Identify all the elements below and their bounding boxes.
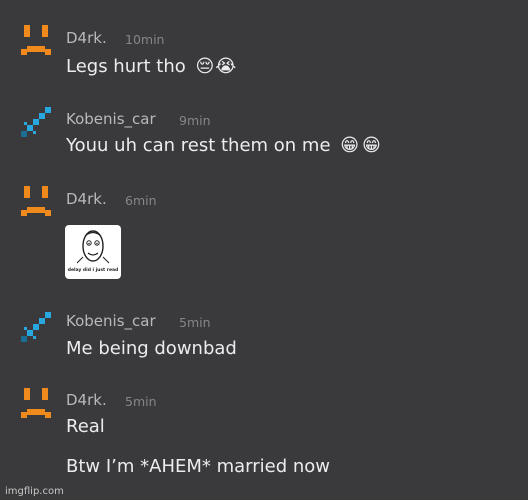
sticker-caption: delay did i just read [67, 268, 119, 273]
meme-sticker[interactable]: delay did i just read [65, 225, 121, 279]
message-text: Me being downbad [66, 338, 237, 359]
message-text: Youu uh can rest them on me 😁 😁 [66, 135, 381, 156]
diamond-sword-icon[interactable] [18, 309, 54, 345]
timestamp: 5min [179, 315, 211, 330]
username[interactable]: D4rk. [66, 391, 107, 409]
watermark: imgflip.com [5, 486, 64, 497]
timestamp: 5min [125, 394, 157, 409]
meme-face-image [76, 230, 110, 264]
diamond-sword-icon[interactable] [18, 104, 54, 140]
grinning-emoji: 😁 [340, 135, 360, 156]
sad-face-icon[interactable] [18, 22, 54, 58]
message-body: Legs hurt tho [66, 56, 186, 77]
username[interactable]: D4rk. [66, 29, 107, 47]
grinning-emoji: 😁 [362, 135, 381, 156]
sad-face-icon[interactable] [18, 385, 54, 421]
timestamp: 9min [179, 113, 211, 128]
sad-face-icon[interactable] [18, 183, 54, 219]
username[interactable]: D4rk. [66, 190, 107, 208]
message-body: Youu uh can rest them on me [66, 135, 331, 156]
username[interactable]: Kobenis_car [66, 110, 156, 128]
timestamp: 6min [125, 193, 157, 208]
crying-emoji: 😭 [215, 56, 237, 77]
message-text: Real [66, 416, 105, 437]
timestamp: 10min [125, 32, 165, 47]
message-text: Legs hurt tho 😔😭 [66, 56, 236, 77]
pensive-emoji: 😔 [195, 56, 215, 77]
message-text: Btw I’m *AHEM* married now [66, 456, 331, 477]
username[interactable]: Kobenis_car [66, 312, 156, 330]
